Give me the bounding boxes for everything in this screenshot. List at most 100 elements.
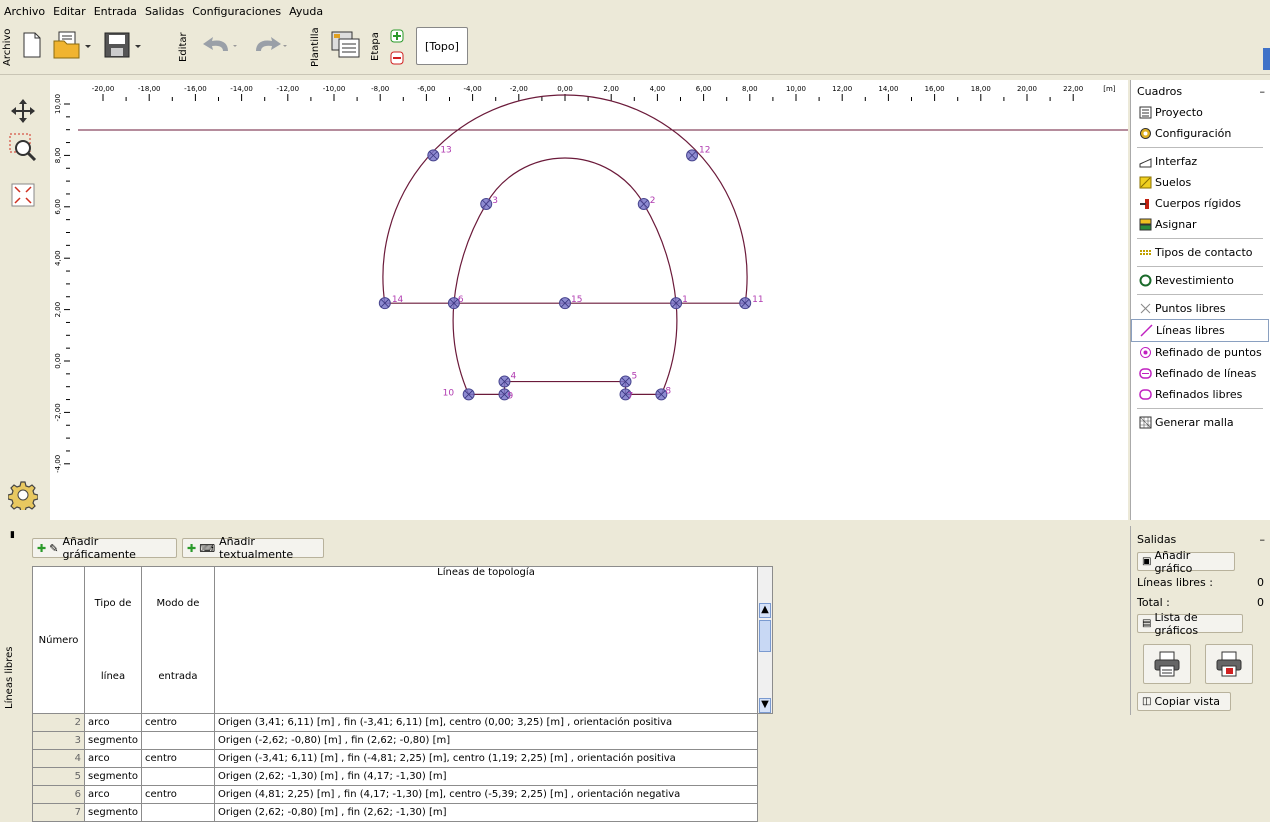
remove-stage-icon[interactable] <box>389 50 405 66</box>
graph-list-button[interactable]: ▤ Lista de gráficos <box>1137 611 1243 637</box>
separator <box>1137 147 1263 148</box>
pencil-icon: ✎ <box>49 541 59 555</box>
col-lineas-topologia: Líneas de topología <box>213 566 758 714</box>
frame-item-suelos[interactable]: Suelos <box>1131 172 1270 193</box>
ruler-x-label: -10,00 <box>323 85 346 93</box>
point-label: 7 <box>628 391 634 401</box>
add-textually-button[interactable]: ✚ ⌨ Añadir textualmente <box>182 535 324 561</box>
lineas-libres-count-label: Líneas libres : <box>1137 576 1213 589</box>
frame-item-refinados-libres[interactable]: Refinados libres <box>1131 384 1270 405</box>
settings-icon <box>1139 127 1152 140</box>
free-lines-table-panel: Líneas libres ▮ ✚ ✎ Añadir gráficamente … <box>0 526 1128 822</box>
add-graphic-icon: ✚ <box>37 541 47 555</box>
print-button[interactable] <box>1143 644 1191 684</box>
scroll-thumb[interactable] <box>758 620 771 652</box>
free-point: 6 <box>447 295 464 310</box>
add-stage-icon[interactable] <box>389 28 405 44</box>
menu-editar[interactable]: Editar <box>49 5 90 18</box>
col-modo-line1: Modo de <box>140 566 215 640</box>
table-row[interactable]: 3 segmento Origen (-2,62; -0,80) [m] , f… <box>32 731 773 750</box>
collapse-icon[interactable]: – <box>1260 533 1266 546</box>
copy-view-button[interactable]: ◫ Copiar vista <box>1137 692 1231 711</box>
point-label: 2 <box>650 196 656 206</box>
free-points: 1234 567 891011121314 15 <box>378 145 764 401</box>
settings-gear-icon[interactable] <box>6 478 40 512</box>
redo-icon[interactable] <box>248 30 292 60</box>
menu-salidas[interactable]: Salidas <box>141 5 188 18</box>
contact-types-icon <box>1139 246 1152 259</box>
frames-panel: Cuadros – Proyecto Configuración Interfa… <box>1130 80 1270 520</box>
frame-item-tipos-de-contacto[interactable]: Tipos de contacto <box>1131 242 1270 263</box>
template-icon[interactable] <box>328 28 364 62</box>
geometry-svg[interactable]: -20,00 -18,00 -16,00 -14,00 -12,00 -10,00 -8,0… <box>50 43 1128 520</box>
stage-topo-button[interactable]: [Topo] <box>416 27 468 65</box>
printer-export-icon <box>1216 651 1242 677</box>
point-label: 10 <box>443 388 455 398</box>
ruler-x-label: -12,00 <box>277 85 300 93</box>
menu-archivo[interactable]: Archivo <box>0 5 49 18</box>
menu-ayuda[interactable]: Ayuda <box>285 5 327 18</box>
free-point: 11 <box>739 295 764 310</box>
frame-item-refinado-de-lineas[interactable]: Refinado de líneas <box>1131 363 1270 384</box>
frame-item-lineas-libres[interactable]: Líneas libres <box>1131 319 1269 342</box>
outputs-panel: Salidas – ▣ Añadir gráfico Líneas libres… <box>1130 526 1270 715</box>
ruler-y-label: 4,00 <box>54 250 62 266</box>
total-count: 0 <box>1257 596 1264 609</box>
frame-item-revestimiento[interactable]: Revestimiento <box>1131 270 1270 291</box>
scroll-down-icon[interactable]: ▼ <box>758 698 771 713</box>
table-row[interactable]: 5 segmento Origen (2,62; -1,30) [m] , fi… <box>32 767 773 786</box>
rigid-bodies-icon <box>1139 197 1152 210</box>
menu-entrada[interactable]: Entrada <box>90 5 141 18</box>
separator <box>1137 266 1263 267</box>
frame-item-proyecto[interactable]: Proyecto <box>1131 102 1270 123</box>
frame-item-asignar[interactable]: Asignar <box>1131 214 1270 235</box>
drawing-canvas[interactable]: -20,00 -18,00 -16,00 -14,00 -12,00 -10,00 -8,0… <box>50 43 1128 520</box>
table-row[interactable]: 4 arco centro Origen (-3,41; 6,11) [m] ,… <box>32 749 773 768</box>
free-point: 7 <box>619 388 634 401</box>
table-row[interactable]: 2 arco centro Origen (3,41; 6,11) [m] , … <box>32 713 773 732</box>
add-graph-button[interactable]: ▣ Añadir gráfico <box>1137 549 1235 575</box>
panel-pin-icon[interactable]: ▮ <box>10 530 15 540</box>
frames-panel-title: Cuadros <box>1137 84 1183 98</box>
frame-item-generar-malla[interactable]: Generar malla <box>1131 412 1270 433</box>
free-point: 14 <box>378 295 404 310</box>
ruler-x-label: -16,00 <box>184 85 207 93</box>
inner-left-wall-arc <box>453 203 487 304</box>
inner-right-bench-arc <box>660 303 678 395</box>
frame-item-refinado-de-puntos[interactable]: Refinado de puntos <box>1131 342 1270 363</box>
ruler-x-label: 16,00 <box>925 85 945 93</box>
add-graphically-button[interactable]: ✚ ✎ Añadir gráficamente <box>32 535 177 561</box>
outputs-panel-header: Salidas – <box>1131 528 1270 550</box>
table-row[interactable]: 7 segmento Origen (2,62; -0,80) [m] , fi… <box>32 803 773 822</box>
graph-list-icon: ▤ <box>1142 618 1152 629</box>
copy-view-icon: ◫ <box>1142 696 1152 707</box>
table-scrollbar[interactable]: ▲ ▼ <box>756 566 773 714</box>
undo-icon[interactable] <box>198 30 242 60</box>
ruler-y-label: 6,00 <box>54 199 62 215</box>
fit-view-icon[interactable] <box>8 180 38 210</box>
separator <box>1137 294 1263 295</box>
menu-bar: Archivo Editar Entrada Salidas Configura… <box>0 0 1270 22</box>
frame-item-interfaz[interactable]: Interfaz <box>1131 151 1270 172</box>
save-icon[interactable] <box>100 28 146 62</box>
ruler-x-label: 8,00 <box>742 85 758 93</box>
menu-configuraciones[interactable]: Configuraciones <box>188 5 285 18</box>
new-file-icon[interactable] <box>18 28 46 62</box>
free-point: 5 <box>619 372 637 388</box>
side-label: Líneas libres <box>4 646 15 710</box>
open-file-icon[interactable] <box>50 28 96 62</box>
free-lines-icon <box>1140 324 1153 337</box>
mesh-icon <box>1139 416 1152 429</box>
collapse-icon[interactable]: – <box>1260 85 1266 98</box>
frame-item-configuracion[interactable]: Configuración <box>1131 123 1270 144</box>
frame-item-cuerpos-rigidos[interactable]: Cuerpos rígidos <box>1131 193 1270 214</box>
table-row[interactable]: 6 arco centro Origen (4,81; 2,25) [m] , … <box>32 785 773 804</box>
printer-icon <box>1154 651 1180 677</box>
print-export-button[interactable] <box>1205 644 1253 684</box>
ruler-x-label: -18,00 <box>138 85 161 93</box>
scroll-up-icon[interactable]: ▲ <box>758 603 771 618</box>
pan-icon[interactable] <box>8 96 38 126</box>
ruler-x-unit: [m] <box>1103 85 1116 93</box>
zoom-icon[interactable] <box>8 132 38 162</box>
frame-item-puntos-libres[interactable]: Puntos libres <box>1131 298 1270 319</box>
